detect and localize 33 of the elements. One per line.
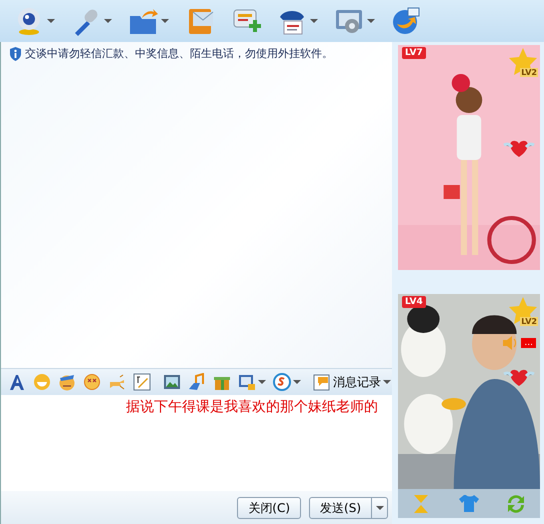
caret-icon (293, 380, 301, 384)
shirt-icon (458, 492, 480, 514)
caret-icon (310, 19, 318, 23)
caret-icon (161, 19, 169, 23)
picture-icon (163, 373, 181, 391)
caret-icon (376, 506, 384, 510)
cool-face-icon (58, 373, 76, 391)
voice-tag: ... (521, 338, 536, 348)
s-circle-icon (273, 373, 291, 391)
globe-icon (391, 6, 421, 36)
pencil-edit-icon (133, 373, 151, 391)
history-icon (313, 373, 331, 391)
screen-capture-icon (238, 373, 256, 391)
star-level-badge: LV2 (508, 296, 538, 326)
close-button[interactable]: 关闭(C) (237, 496, 302, 518)
caret-icon (258, 380, 266, 384)
dizzy-face-icon (83, 373, 101, 391)
folder-icon (128, 6, 158, 36)
message-history-button[interactable]: 消息记录 (310, 372, 394, 392)
notice-text: 交谈中请勿轻信汇款、中奖信息、陌生电话，勿使用外挂软件。 (25, 46, 333, 62)
caret-icon (383, 380, 391, 384)
star-level-badge: LV2 (508, 47, 538, 77)
caret-icon (104, 19, 112, 23)
message-input[interactable]: 据说下午得课是我喜欢的那个妹纸老师的 (1, 395, 392, 491)
send-button[interactable]: 发送(S) (309, 496, 388, 518)
smiley-icon (33, 373, 51, 391)
font-icon (8, 373, 26, 391)
level-badge: LV7 (402, 47, 426, 59)
music-note-icon (188, 373, 206, 391)
info-shield-icon (9, 47, 22, 62)
caret-icon (47, 19, 55, 23)
level-badge: LV4 (402, 296, 426, 308)
caret-icon (367, 19, 375, 23)
